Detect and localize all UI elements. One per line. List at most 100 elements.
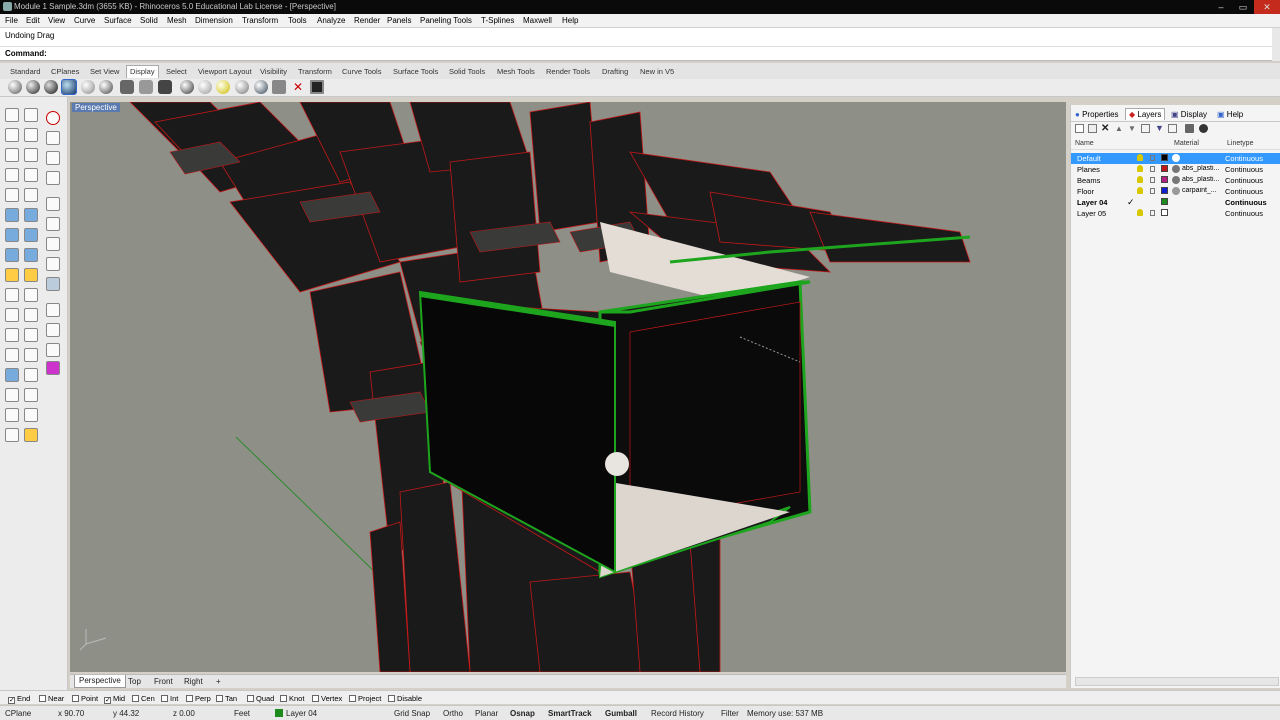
layer-row[interactable]: Default Continuous: [1071, 153, 1280, 164]
layer-row[interactable]: Planes abs_plasti... Continuous: [1071, 164, 1280, 175]
interpolate-icon[interactable]: [24, 188, 38, 202]
pan-icon[interactable]: [46, 323, 60, 337]
move-icon[interactable]: [5, 308, 19, 322]
layer-row[interactable]: Layer 04 ✓ Continuous: [1071, 197, 1280, 208]
select-arrow-icon[interactable]: [5, 108, 19, 122]
menu-surface[interactable]: Surface: [104, 16, 132, 25]
osnap-perp[interactable]: Perp: [186, 694, 211, 703]
layer-name[interactable]: Floor: [1077, 187, 1094, 196]
current-layer[interactable]: Layer 04: [275, 709, 317, 718]
cplane-icon[interactable]: [46, 171, 60, 185]
osnap-quad[interactable]: Quad: [247, 694, 274, 703]
axis-icon[interactable]: [46, 131, 60, 145]
light-bulb-icon[interactable]: [1137, 209, 1143, 216]
tab-select[interactable]: Select: [166, 67, 187, 76]
planar-toggle[interactable]: Planar: [475, 709, 498, 718]
command-input[interactable]: [50, 48, 1250, 59]
menu-file[interactable]: File: [5, 16, 18, 25]
tab-layers[interactable]: ◆ Layers: [1125, 108, 1166, 120]
tab-new-in-v5[interactable]: New in V5: [640, 67, 674, 76]
tab-visibility[interactable]: Visibility: [260, 67, 287, 76]
tab-display-panel[interactable]: ▣ Display: [1171, 110, 1207, 119]
panel-hscrollbar[interactable]: [1075, 677, 1279, 686]
menu-maxwell[interactable]: Maxwell: [523, 16, 552, 25]
trim-icon[interactable]: [5, 288, 19, 302]
sphere-icon[interactable]: [198, 80, 212, 94]
view-perspective-icon[interactable]: [46, 277, 60, 291]
capsule-icon[interactable]: [120, 80, 134, 94]
cylinder-icon[interactable]: [139, 80, 153, 94]
checkbox[interactable]: [132, 695, 139, 702]
osnap-cen[interactable]: Cen: [132, 694, 155, 703]
minimize-button[interactable]: –: [1210, 0, 1232, 14]
viewport-tab-top[interactable]: Top: [128, 677, 141, 686]
view-box-icon[interactable]: [46, 237, 60, 251]
add-viewport-tab-button[interactable]: +: [216, 677, 221, 686]
record-history-toggle[interactable]: Record History: [651, 709, 704, 718]
command-scrollbar[interactable]: [1272, 28, 1280, 61]
menu-edit[interactable]: Edit: [26, 16, 40, 25]
tab-render-tools[interactable]: Render Tools: [546, 67, 590, 76]
menu-panels[interactable]: Panels: [387, 16, 411, 25]
material-icon[interactable]: [1172, 187, 1180, 195]
grid-snap-toggle[interactable]: Grid Snap: [394, 709, 430, 718]
header-name[interactable]: Name: [1075, 140, 1094, 147]
viewport-tab-right[interactable]: Right: [184, 677, 203, 686]
layer-color-swatch[interactable]: [1161, 209, 1168, 216]
filter-toggle[interactable]: Filter: [721, 709, 739, 718]
checkbox[interactable]: ✓: [8, 697, 15, 704]
material-ball-icon[interactable]: [235, 80, 249, 94]
checkbox[interactable]: [161, 695, 168, 702]
box-icon[interactable]: [5, 228, 19, 242]
light-bulb-icon[interactable]: [216, 80, 230, 94]
gumball-icon[interactable]: [46, 197, 60, 211]
group-icon[interactable]: [24, 388, 38, 402]
menu-analyze[interactable]: Analyze: [317, 16, 345, 25]
osnap-knot[interactable]: Knot: [280, 694, 304, 703]
gumball-toggle[interactable]: Gumball: [605, 709, 637, 718]
circle-icon[interactable]: [5, 148, 19, 162]
menu-t-splines[interactable]: T-Splines: [481, 16, 514, 25]
tab-transform[interactable]: Transform: [298, 67, 332, 76]
wireframe-sphere-icon[interactable]: [8, 80, 22, 94]
environment-icon[interactable]: [254, 80, 268, 94]
osnap-tan[interactable]: Tan: [216, 694, 237, 703]
scale-icon[interactable]: [5, 348, 19, 362]
lock-icon[interactable]: [1150, 188, 1155, 194]
menu-dimension[interactable]: Dimension: [195, 16, 233, 25]
checkbox[interactable]: [312, 695, 319, 702]
arc-icon[interactable]: [24, 168, 38, 182]
osnap-end[interactable]: ✓ End: [8, 694, 30, 704]
material-icon[interactable]: [1172, 165, 1180, 173]
rectangle-icon[interactable]: [24, 148, 38, 162]
layer-name[interactable]: Layer 05: [1077, 209, 1106, 218]
line-icon[interactable]: [5, 128, 19, 142]
ortho-toggle[interactable]: Ortho: [443, 709, 463, 718]
layer-linetype[interactable]: Continuous: [1225, 187, 1263, 196]
new-layer-icon[interactable]: [1075, 124, 1084, 133]
array-icon[interactable]: [5, 388, 19, 402]
curve-icon[interactable]: [5, 188, 19, 202]
shade-icon[interactable]: [158, 80, 172, 94]
tab-display[interactable]: Display: [126, 65, 159, 78]
menu-transform[interactable]: Transform: [242, 16, 278, 25]
ghosted-sphere-icon[interactable]: [61, 79, 77, 95]
checkbox[interactable]: ✓: [104, 697, 111, 704]
rendered-sphere-icon[interactable]: [44, 80, 58, 94]
split-icon[interactable]: [24, 288, 38, 302]
checkbox[interactable]: [72, 695, 79, 702]
osnap-project[interactable]: Project: [349, 694, 381, 703]
text-icon[interactable]: [24, 368, 38, 382]
osnap-toggle[interactable]: Osnap: [510, 709, 535, 718]
render-icon[interactable]: [5, 428, 19, 442]
analyze-icon[interactable]: [5, 408, 19, 422]
checkbox[interactable]: [280, 695, 287, 702]
header-linetype[interactable]: Linetype: [1227, 140, 1253, 147]
view-front-icon[interactable]: [46, 257, 60, 271]
layer-tools-icon[interactable]: [1168, 124, 1177, 133]
extrude-icon[interactable]: [24, 228, 38, 242]
light-bulb-icon[interactable]: [1137, 176, 1143, 183]
maximize-button[interactable]: ▭: [1232, 0, 1254, 14]
perspective-viewport[interactable]: Perspective: [70, 102, 1066, 672]
viewport-tab-perspective[interactable]: Perspective: [74, 675, 126, 688]
